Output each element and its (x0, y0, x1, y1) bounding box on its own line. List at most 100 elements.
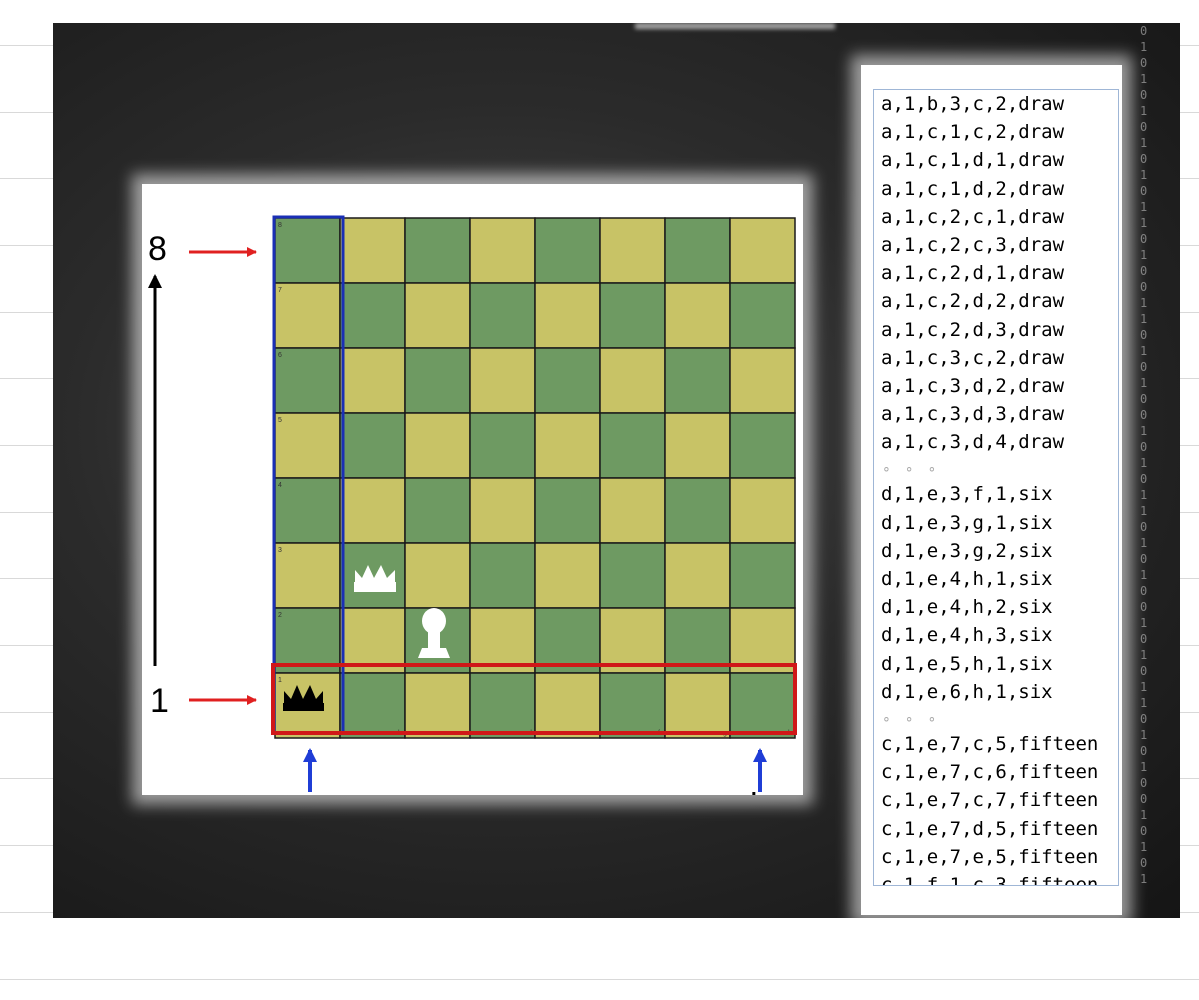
csv-group-draw: a,1,b,3,c,2,draw a,1,c,1,c,2,draw a,1,c,… (874, 90, 1118, 456)
board-square-f3 (599, 542, 666, 609)
board-square-c3 (404, 542, 471, 609)
csv-row: d,1,e,3,f,1,six (881, 483, 1053, 506)
csv-row: c,1,e,7,c,5,fifteen (881, 732, 1099, 755)
csv-row: c,1,e,7,d,5,fifteen (881, 817, 1099, 840)
board-square-g8 (664, 217, 731, 284)
csv-dataset-box: a,1,b,3,c,2,draw a,1,c,1,c,2,draw a,1,c,… (873, 89, 1119, 886)
csv-row: a,1,c,3,d,3,draw (881, 403, 1065, 426)
board-square-c4 (404, 477, 471, 544)
board-square-d6 (469, 347, 536, 414)
board-square-b7 (339, 282, 406, 349)
board-square-d3 (469, 542, 536, 609)
board-square-f5 (599, 412, 666, 479)
file-left-label: a (300, 787, 319, 795)
board-square-h1 (729, 672, 796, 739)
board-square-g3 (664, 542, 731, 609)
board-square-f8 (599, 217, 666, 284)
board-square-e4 (534, 477, 601, 544)
csv-row: d,1,e,4,h,3,six (881, 624, 1053, 647)
ruled-line (0, 979, 1199, 980)
board-square-f4 (599, 477, 666, 544)
csv-group-six: d,1,e,3,f,1,six d,1,e,3,g,1,six d,1,e,3,… (874, 480, 1118, 706)
csv-row: c,1,f,1,c,3,fifteen (881, 873, 1099, 886)
blurred-title-smudge (635, 23, 835, 29)
board-square-f1 (599, 672, 666, 739)
rank-coordinate-label: 4 (278, 482, 282, 489)
rank-coordinate-label: 2 (278, 612, 282, 619)
dark-photo-background: 0 1 0 1 0 1 0 1 0 1 0 1 1 0 1 0 0 1 1 0 … (53, 23, 1180, 918)
csv-row: a,1,c,1,d,1,draw (881, 149, 1065, 172)
board-square-g7 (664, 282, 731, 349)
csv-row: a,1,c,3,c,2,draw (881, 346, 1065, 369)
board-square-g6 (664, 347, 731, 414)
csv-row: a,1,c,1,d,2,draw (881, 177, 1065, 200)
board-square-c8 (404, 217, 471, 284)
rank-coordinate-label: 6 (278, 352, 282, 359)
csv-group-fifteen: c,1,e,7,c,5,fifteen c,1,e,7,c,6,fifteen … (874, 730, 1118, 886)
csv-row: a,1,c,1,c,2,draw (881, 121, 1065, 144)
board-square-e5 (534, 412, 601, 479)
board-square-e8 (534, 217, 601, 284)
board-square-d1 (469, 672, 536, 739)
board-square-h5 (729, 412, 796, 479)
csv-row: a,1,b,3,c,2,draw (881, 93, 1065, 115)
board-square-h7 (729, 282, 796, 349)
file-right-label: h (750, 787, 769, 795)
rank-coordinate-label: 1 (278, 677, 282, 684)
board-square-h4 (729, 477, 796, 544)
csv-row: d,1,e,3,g,2,six (881, 539, 1053, 562)
board-square-d5 (469, 412, 536, 479)
csv-row: a,1,c,2,c,3,draw (881, 233, 1065, 256)
board-square-c1 (404, 672, 471, 739)
board-square-b8 (339, 217, 406, 284)
board-square-c5 (404, 412, 471, 479)
csv-row: c,1,e,7,c,7,fifteen (881, 789, 1099, 812)
csv-row: d,1,e,4,h,1,six (881, 568, 1053, 590)
board-square-a4 (274, 477, 341, 544)
board-square-g5 (664, 412, 731, 479)
board-square-h8 (729, 217, 796, 284)
csv-row: a,1,c,2,d,2,draw (881, 290, 1065, 313)
board-square-e6 (534, 347, 601, 414)
board-square-e3 (534, 542, 601, 609)
board-square-h3 (729, 542, 796, 609)
board-square-a6 (274, 347, 341, 414)
board-square-d4 (469, 477, 536, 544)
csv-row: a,1,c,2,d,1,draw (881, 262, 1065, 285)
board-square-c6 (404, 347, 471, 414)
board-square-b6 (339, 347, 406, 414)
board-square-e1 (534, 672, 601, 739)
board-square-f7 (599, 282, 666, 349)
rank-coordinate-label: 8 (278, 222, 282, 229)
rank-coordinate-label: 7 (278, 287, 282, 294)
board-square-g4 (664, 477, 731, 544)
csv-row: c,1,e,7,e,5,fifteen (881, 845, 1099, 868)
board-square-a8 (274, 217, 341, 284)
chessboard-card: 87654321abcdefgh 8 1 a h (142, 184, 803, 825)
rank-coordinate-label: 5 (278, 417, 282, 424)
csv-row: d,1,e,5,h,1,six (881, 652, 1053, 675)
board-square-c7 (404, 282, 471, 349)
csv-row: d,1,e,4,h,2,six (881, 596, 1053, 619)
csv-row: d,1,e,6,h,1,six (881, 680, 1053, 703)
board-square-d7 (469, 282, 536, 349)
board-squares (274, 217, 796, 739)
csv-ellipsis: ∘∘∘ (882, 460, 951, 477)
board-square-b5 (339, 412, 406, 479)
board-square-d8 (469, 217, 536, 284)
csv-row: a,1,c,3,d,4,draw (881, 431, 1065, 454)
board-square-a3 (274, 542, 341, 609)
csv-row: a,1,c,2,d,3,draw (881, 318, 1065, 341)
binary-digits-column: 0 1 0 1 0 1 0 1 0 1 0 1 1 0 1 0 0 1 1 0 … (1140, 24, 1148, 886)
board-square-a5 (274, 412, 341, 479)
board-square-f6 (599, 347, 666, 414)
csv-ellipsis: ∘∘∘ (882, 709, 951, 726)
rank-bottom-label: 1 (150, 682, 169, 720)
csv-row: a,1,c,3,d,2,draw (881, 374, 1065, 397)
board-square-a7 (274, 282, 341, 349)
csv-row: a,1,c,2,c,1,draw (881, 205, 1065, 228)
csv-row: d,1,e,3,g,1,six (881, 511, 1053, 534)
board-square-b4 (339, 477, 406, 544)
csv-row: c,1,e,7,c,6,fifteen (881, 761, 1099, 784)
chessboard-diagram: 87654321abcdefgh 8 1 a h (148, 215, 797, 825)
